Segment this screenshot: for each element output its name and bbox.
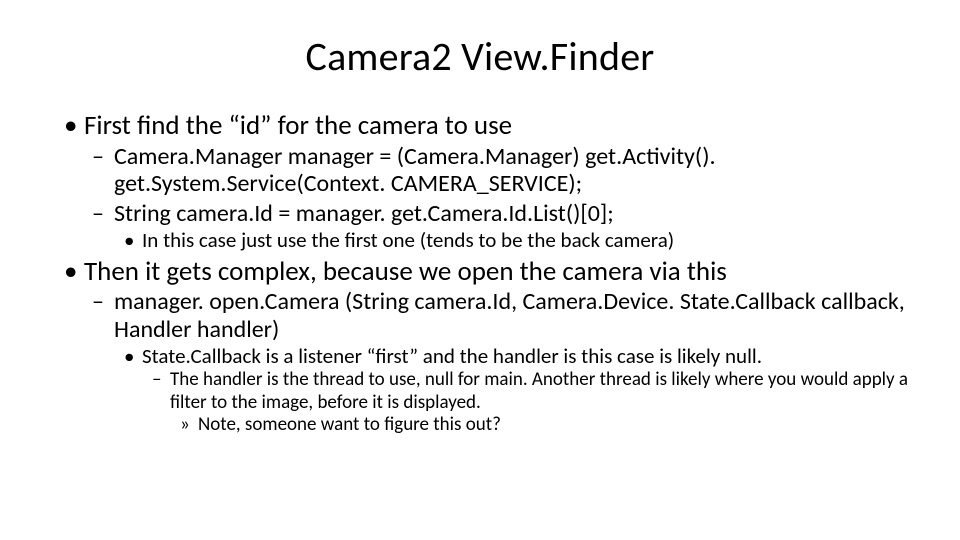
sub-list: In this case just use the first one (ten… [114, 228, 910, 253]
list-item: In this case just use the first one (ten… [114, 228, 910, 253]
bullet-text: Camera.Manager manager = (Camera.Manager… [114, 142, 716, 199]
slide: Camera2 View.Finder First find the “id” … [0, 0, 960, 540]
slide-title: Camera2 View.Finder [50, 32, 910, 81]
bullet-text: String camera.Id = manager. get.Camera.I… [114, 199, 614, 228]
list-item: First find the “id” for the camera to us… [50, 109, 910, 253]
list-item: The handler is the thread to use, null f… [142, 369, 910, 437]
list-item: String camera.Id = manager. get.Camera.I… [84, 200, 910, 253]
bullet-text: The handler is the thread to use, null f… [170, 368, 908, 414]
sub-list: Note, someone want to figure this out? [170, 414, 910, 437]
list-item: Note, someone want to figure this out? [170, 414, 910, 437]
list-item: Then it gets complex, because we open th… [50, 255, 910, 438]
sub-list: State.Callback is a listener “first” and… [114, 344, 910, 438]
list-item: Camera.Manager manager = (Camera.Manager… [84, 143, 910, 198]
bullet-text: Then it gets complex, because we open th… [84, 255, 727, 288]
bullet-text: State.Callback is a listener “first” and… [142, 343, 762, 369]
list-item: State.Callback is a listener “first” and… [114, 344, 910, 438]
sub-list: manager. open.Camera (String camera.Id, … [84, 288, 910, 437]
sub-list: Camera.Manager manager = (Camera.Manager… [84, 143, 910, 253]
bullet-list: First find the “id” for the camera to us… [50, 109, 910, 437]
bullet-text: manager. open.Camera (String camera.Id, … [114, 287, 905, 344]
bullet-text: In this case just use the first one (ten… [142, 227, 674, 253]
list-item: manager. open.Camera (String camera.Id, … [84, 288, 910, 437]
bullet-text: First find the “id” for the camera to us… [84, 109, 512, 142]
bullet-text: Note, someone want to figure this out? [198, 413, 501, 436]
sub-list: The handler is the thread to use, null f… [142, 369, 910, 437]
